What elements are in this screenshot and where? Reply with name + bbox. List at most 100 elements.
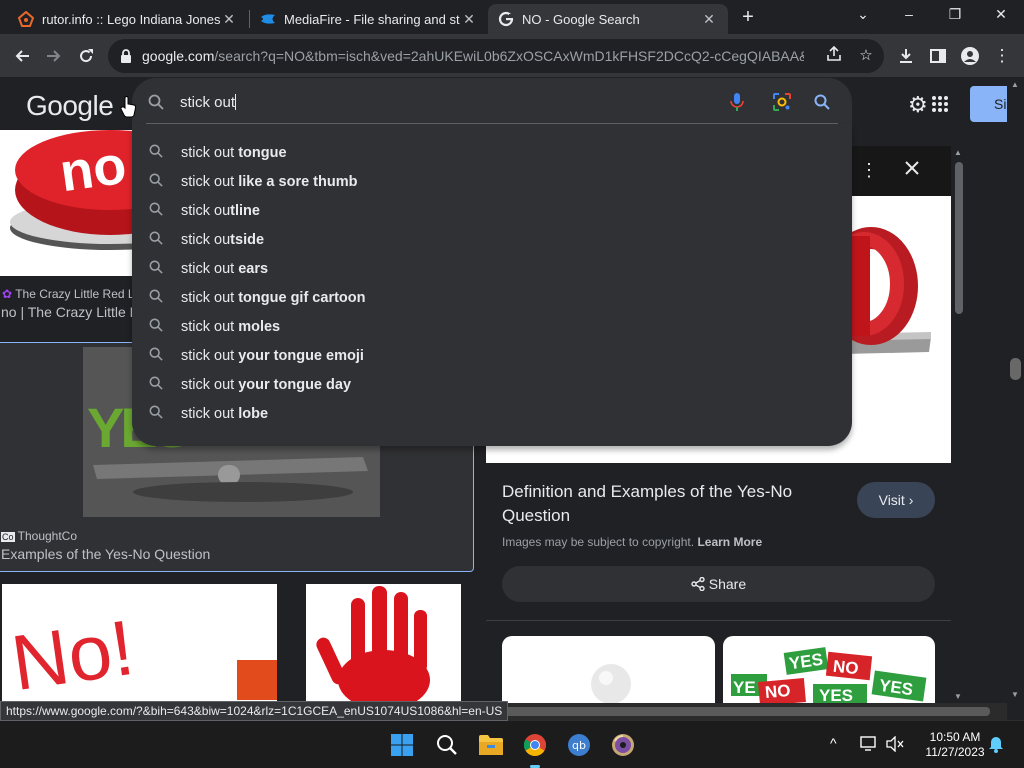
- back-arrow-icon[interactable]: [8, 42, 36, 70]
- google-logo[interactable]: Google: [26, 90, 114, 122]
- suggestion-item[interactable]: stick out ears: [132, 254, 852, 283]
- related-image-yes-no-signs[interactable]: YES NO YE NO YES YES: [723, 636, 935, 703]
- qbittorrent-icon[interactable]: qb: [563, 729, 595, 761]
- tab-strip: rutor.info :: Lego Indiana Jones 2: ✕ Me…: [0, 0, 1024, 34]
- screen: rutor.info :: Lego Indiana Jones 2: ✕ Me…: [0, 0, 1024, 768]
- forward-arrow-icon[interactable]: [40, 42, 68, 70]
- close-window-button[interactable]: ✕: [978, 0, 1024, 30]
- suggestion-item[interactable]: stick out lobe: [132, 399, 852, 428]
- tab-close-icon[interactable]: ✕: [220, 11, 238, 28]
- suggestion-typed-text: stick out: [181, 376, 235, 393]
- suggestion-item[interactable]: stick ou tside: [132, 225, 852, 254]
- share-button[interactable]: Share: [502, 566, 935, 602]
- tab-google-search[interactable]: NO - Google Search ✕: [488, 4, 728, 34]
- copyright-notice: Images may be subject to copyright. Lear…: [502, 535, 762, 549]
- menu-kebab-icon[interactable]: ⋮: [988, 42, 1016, 70]
- taskbar-search-icon[interactable]: [431, 729, 463, 761]
- address-bar[interactable]: google.com/search?q=NO&tbm=isch&ved=2ahU…: [108, 39, 884, 73]
- lock-icon[interactable]: [120, 49, 134, 63]
- tray-overflow-chevron-icon[interactable]: ^: [830, 735, 837, 751]
- suggestion-completion-text: your tongue emoji: [234, 347, 364, 364]
- suggestion-completion-text: tline: [230, 202, 260, 219]
- suggestion-completion-text: tongue: [234, 144, 287, 161]
- bookmark-star-icon[interactable]: ☆: [856, 46, 876, 66]
- suggestion-typed-text: stick ou: [181, 231, 231, 248]
- page-scrollbar-thumb[interactable]: [1010, 358, 1021, 380]
- page-scrollbar[interactable]: ▲ ▼: [1007, 78, 1024, 703]
- suggestion-item[interactable]: stick out your tongue emoji: [132, 341, 852, 370]
- tab-close-icon[interactable]: ✕: [460, 11, 478, 28]
- suggestion-item[interactable]: stick ou tline: [132, 196, 852, 225]
- suggestion-completion-text: tside: [230, 231, 265, 248]
- notification-bell-icon[interactable]: [988, 735, 1004, 758]
- settings-gear-icon[interactable]: ⚙: [908, 92, 928, 118]
- result-caption[interactable]: Examples of the Yes-No Question: [1, 546, 210, 562]
- share-page-icon[interactable]: [824, 45, 844, 66]
- preview-divider: [486, 620, 951, 621]
- tab-rutor[interactable]: rutor.info :: Lego Indiana Jones 2: ✕: [8, 4, 248, 34]
- browser-toolbar: google.com/search?q=NO&tbm=isch&ved=2ahU…: [0, 34, 1024, 78]
- windows-start-icon[interactable]: [386, 729, 418, 761]
- media-disc-icon[interactable]: [607, 729, 639, 761]
- suggestion-search-icon: [149, 318, 165, 335]
- suggestion-search-icon: [149, 260, 165, 277]
- sign-word: YE: [733, 678, 756, 697]
- search-input-value: stick out: [180, 94, 236, 111]
- tab-mediafire[interactable]: MediaFire - File sharing and stora ✕: [250, 4, 488, 34]
- reload-icon[interactable]: [72, 42, 100, 70]
- suggestion-item[interactable]: stick out moles: [132, 312, 852, 341]
- suggestion-search-icon: [149, 405, 165, 422]
- google-header: Google stick out ⚙ Si: [0, 78, 1024, 130]
- search-box[interactable]: stick out: [132, 78, 852, 124]
- related-image-ball[interactable]: [502, 636, 715, 703]
- network-display-icon[interactable]: [860, 736, 878, 757]
- suggestion-item[interactable]: stick out like a sore thumb: [132, 167, 852, 196]
- microphone-icon[interactable]: [730, 92, 744, 116]
- share-icon: [691, 576, 709, 592]
- result-image-red-hand[interactable]: [306, 584, 461, 703]
- tab-search-icon[interactable]: ⌄: [840, 0, 886, 30]
- preview-scrollbar-thumb[interactable]: [955, 162, 963, 314]
- file-explorer-icon[interactable]: [475, 729, 507, 761]
- suggestion-item[interactable]: stick out tongue gif cartoon: [132, 283, 852, 312]
- volume-muted-icon[interactable]: [886, 735, 904, 757]
- suggestion-typed-text: stick out: [181, 289, 235, 306]
- learn-more-link[interactable]: Learn More: [697, 535, 762, 549]
- lens-camera-icon[interactable]: [772, 92, 792, 116]
- result-image-text: no: [56, 134, 130, 204]
- svg-text:qb: qb: [572, 739, 586, 752]
- preview-scrollbar[interactable]: ▲ ▼: [951, 146, 967, 703]
- share-label: Share: [708, 576, 747, 592]
- suggestion-search-icon: [149, 289, 165, 306]
- new-tab-button[interactable]: +: [736, 4, 760, 30]
- minimize-button[interactable]: –: [886, 0, 932, 30]
- chrome-taskbar-icon[interactable]: [519, 729, 551, 761]
- clock[interactable]: 10:50 AM 11/27/2023: [920, 730, 990, 760]
- maximize-button[interactable]: ❐: [932, 0, 978, 30]
- suggestion-typed-text: stick out: [181, 260, 235, 277]
- download-icon[interactable]: [892, 42, 920, 70]
- result-image-no-button[interactable]: no: [0, 130, 150, 276]
- apps-grid-icon[interactable]: [932, 96, 948, 112]
- preview-close-icon[interactable]: [904, 160, 920, 181]
- search-submit-icon[interactable]: [814, 94, 830, 114]
- result-image-no-exclaim[interactable]: No!: [2, 584, 277, 703]
- suggestion-item[interactable]: stick out tongue: [132, 138, 852, 167]
- result-caption[interactable]: no | The Crazy Little R: [1, 304, 140, 320]
- side-panel-icon[interactable]: [924, 42, 952, 70]
- preview-title[interactable]: Definition and Examples of the Yes-No Qu…: [502, 480, 822, 528]
- tab-close-icon[interactable]: ✕: [700, 11, 718, 28]
- copyright-text: Images may be subject to copyright.: [502, 535, 695, 549]
- tab-title: MediaFire - File sharing and stora: [284, 11, 460, 27]
- profile-icon[interactable]: [956, 42, 984, 70]
- sign-word: NO: [832, 656, 860, 679]
- suggestion-item[interactable]: stick out your tongue day: [132, 370, 852, 399]
- suggestion-completion-text: tongue gif cartoon: [234, 289, 366, 306]
- url-path: /search?q=NO&tbm=isch&ved=2ahUKEwiL0b6Zx…: [214, 48, 805, 64]
- visit-button[interactable]: Visit ›: [857, 482, 935, 518]
- suggestion-search-icon: [149, 173, 165, 190]
- search-input[interactable]: stick out: [180, 94, 237, 111]
- result-image-text: No!: [6, 602, 139, 703]
- suggestion-completion-text: lobe: [234, 405, 269, 422]
- preview-more-icon[interactable]: ⋮: [860, 160, 878, 181]
